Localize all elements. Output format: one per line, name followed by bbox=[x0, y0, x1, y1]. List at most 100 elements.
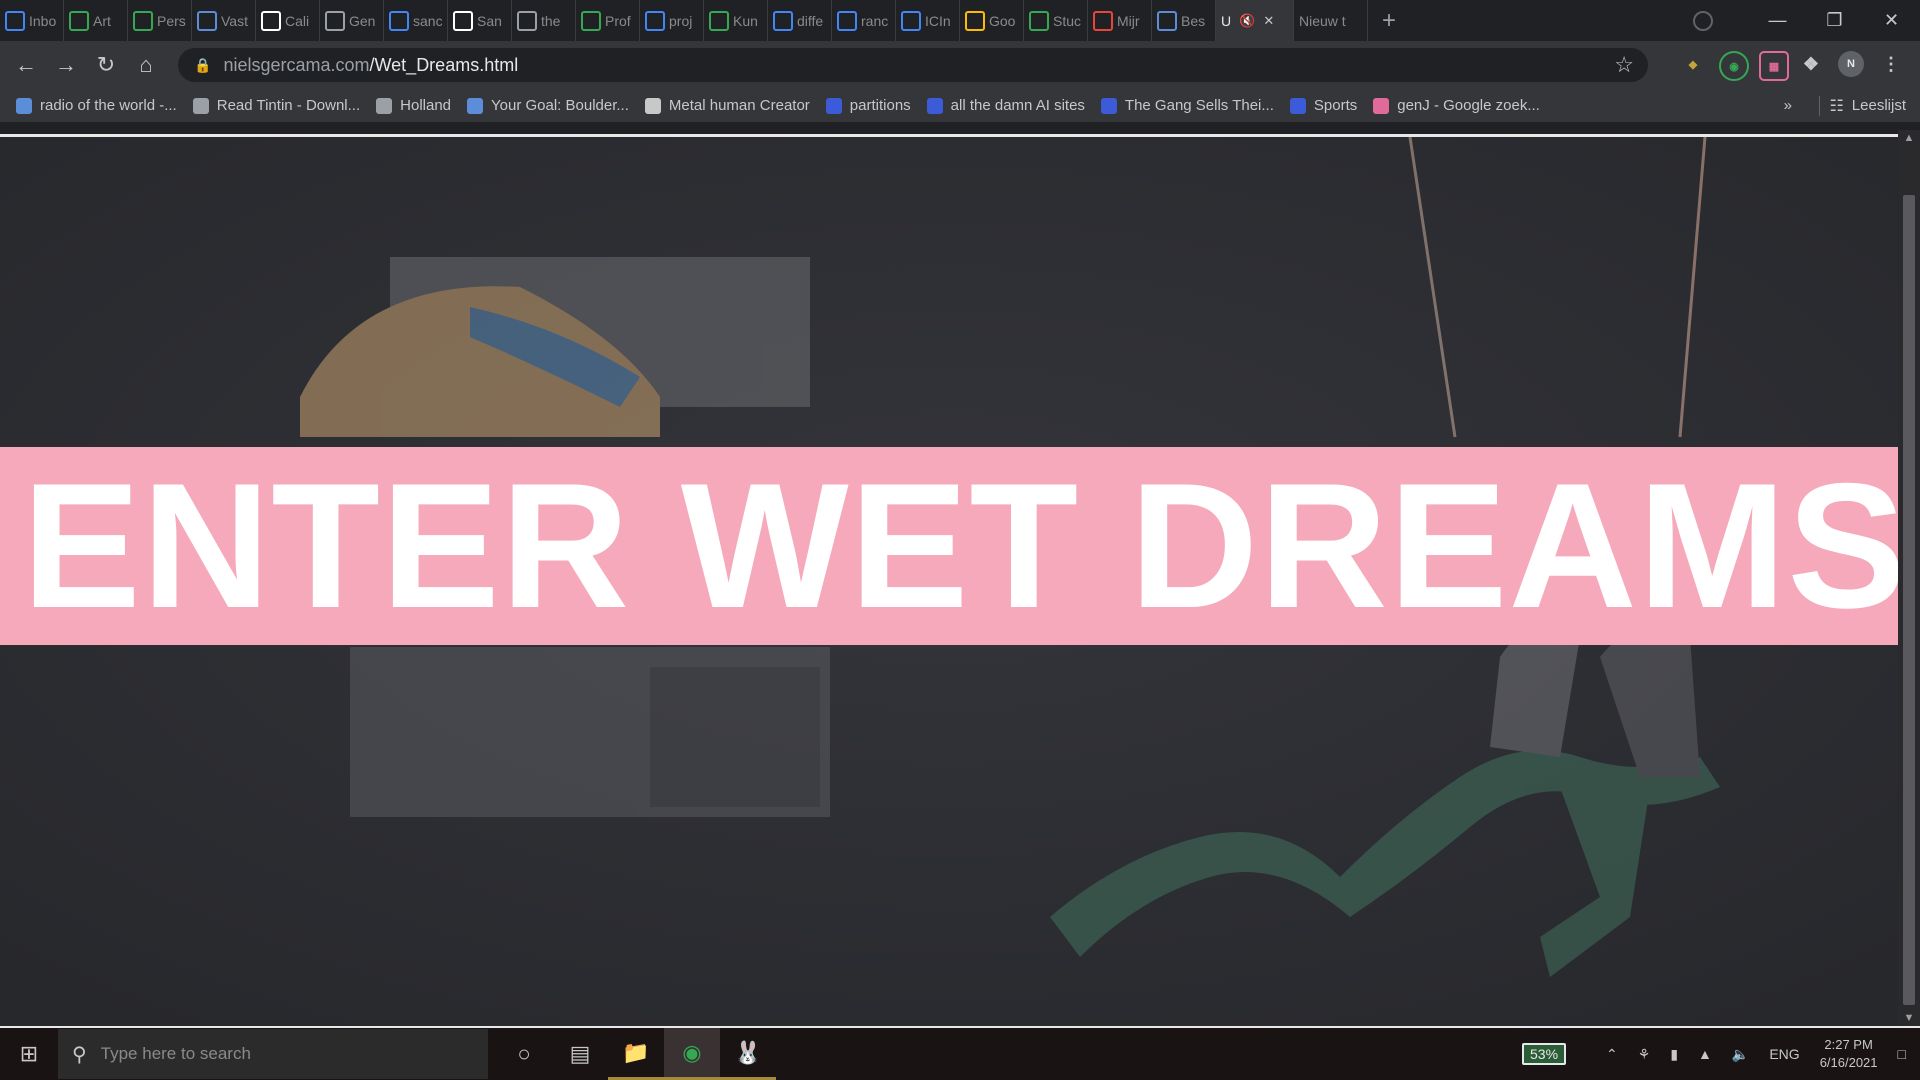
browser-tab[interactable]: Kun bbox=[704, 0, 768, 41]
back-button[interactable]: ← bbox=[6, 52, 46, 78]
bookmark-item[interactable]: genJ - Google zoek... bbox=[1373, 97, 1540, 114]
bookmark-item[interactable]: all the damn AI sites bbox=[926, 97, 1085, 114]
scrollbar-thumb[interactable] bbox=[1903, 195, 1915, 1005]
task-view-icon[interactable]: ▤ bbox=[552, 1028, 608, 1080]
clock[interactable]: 2:27 PM 6/16/2021 bbox=[1820, 1036, 1878, 1072]
chrome-icon[interactable]: ◉ bbox=[664, 1028, 720, 1080]
browser-tab[interactable]: San bbox=[448, 0, 512, 41]
extension-shield-icon[interactable]: ◆ bbox=[1680, 51, 1706, 77]
extension-pink-icon[interactable]: ▦ bbox=[1759, 51, 1789, 81]
profile-avatar[interactable]: N bbox=[1838, 51, 1864, 77]
taskbar-search-box[interactable]: ⚲ Type here to search bbox=[58, 1029, 488, 1079]
bookmark-item[interactable]: Sports bbox=[1289, 97, 1357, 114]
bookmark-list: radio of the world -... Read Tintin - Dow… bbox=[0, 97, 1540, 114]
bookmark-label: partitions bbox=[849, 97, 911, 114]
tab-list: Inbo Art Pers Vast Cali Gen sanc San the Prof proj… bbox=[0, 0, 1368, 41]
enter-banner[interactable]: ENTER WET DREAMS bbox=[0, 447, 1898, 645]
browser-tab[interactable]: Pers bbox=[128, 0, 192, 41]
browser-tab[interactable]: U 🔇 ✕ bbox=[1216, 0, 1294, 41]
bookmark-item[interactable]: Read Tintin - Downl... bbox=[192, 97, 361, 114]
bookmark-item[interactable]: Metal human Creator bbox=[644, 97, 810, 114]
file-explorer-icon[interactable]: 📁 bbox=[608, 1028, 664, 1080]
bookmark-item[interactable]: radio of the world -... bbox=[16, 97, 177, 114]
bookmark-label: Holland bbox=[400, 97, 452, 114]
new-tab-button[interactable]: + bbox=[1368, 7, 1410, 35]
sheets-icon bbox=[69, 10, 89, 31]
browser-tab[interactable]: diffe bbox=[768, 0, 832, 41]
browser-tab[interactable]: Goo bbox=[960, 0, 1024, 41]
bookmark-favicon-icon bbox=[467, 97, 484, 114]
forward-button[interactable]: → bbox=[46, 52, 86, 78]
page-scrollbar[interactable]: ▲ ▼ bbox=[1898, 130, 1920, 1026]
network-tray-icon[interactable]: ⚘ bbox=[1638, 1046, 1651, 1063]
cortana-icon[interactable]: ○ bbox=[496, 1028, 552, 1080]
tab-label: San bbox=[477, 12, 502, 29]
scroll-up-arrow-icon[interactable]: ▲ bbox=[1898, 132, 1920, 144]
bookmark-item[interactable]: The Gang Sells Thei... bbox=[1100, 97, 1274, 114]
sheets-icon bbox=[133, 10, 153, 31]
show-hidden-icons-icon[interactable]: ⌃ bbox=[1606, 1046, 1618, 1063]
tab-strip: Inbo Art Pers Vast Cali Gen sanc San the Prof proj… bbox=[0, 0, 1920, 41]
bookmark-item[interactable]: partitions bbox=[825, 97, 911, 114]
extensions-puzzle-icon[interactable]: ❖ bbox=[1798, 51, 1824, 77]
restore-button[interactable]: ❐ bbox=[1806, 10, 1863, 31]
battery-tray-icon[interactable]: ▮ bbox=[1670, 1046, 1678, 1063]
close-tab-icon[interactable]: ✕ bbox=[1263, 13, 1274, 29]
browser-tab[interactable]: Prof bbox=[576, 0, 640, 41]
tab-label: proj bbox=[669, 12, 693, 29]
s-icon bbox=[453, 10, 473, 31]
browser-tab[interactable]: Vast bbox=[192, 0, 256, 41]
scroll-down-arrow-icon[interactable]: ▼ bbox=[1898, 1012, 1920, 1024]
bookmarks-overflow-button[interactable]: » bbox=[1784, 97, 1792, 114]
gimp-icon[interactable]: 🐰 bbox=[720, 1028, 776, 1080]
browser-tab[interactable]: Cali bbox=[256, 0, 320, 41]
notification-center-icon[interactable]: □ bbox=[1898, 1046, 1906, 1062]
start-button[interactable]: ⊞ bbox=[0, 1041, 58, 1067]
browser-tab[interactable]: Gen bbox=[320, 0, 384, 41]
sheets-icon bbox=[581, 10, 601, 31]
minimize-button[interactable]: — bbox=[1749, 10, 1806, 31]
tab-label: sanc bbox=[413, 12, 442, 29]
browser-tab[interactable]: ICIn bbox=[896, 0, 960, 41]
battery-indicator[interactable]: 53% bbox=[1522, 1043, 1567, 1065]
more-menu-icon[interactable]: ⋮ bbox=[1878, 51, 1904, 77]
close-window-button[interactable]: ✕ bbox=[1863, 10, 1920, 31]
url-text[interactable]: nielsgercama.com/Wet_Dreams.html bbox=[223, 55, 518, 76]
mute-tab-icon[interactable]: 🔇 bbox=[1239, 13, 1255, 29]
bookmark-label: genJ - Google zoek... bbox=[1397, 97, 1540, 114]
navigation-bar: ← → ↻ ⌂ 🔒 nielsgercama.com/Wet_Dreams.ht… bbox=[0, 41, 1920, 89]
browser-tab[interactable]: Mijr bbox=[1088, 0, 1152, 41]
language-indicator[interactable]: ENG bbox=[1769, 1046, 1799, 1062]
tab-label: Bes bbox=[1181, 12, 1206, 29]
bookmark-favicon-icon bbox=[644, 97, 661, 114]
url-path: /Wet_Dreams.html bbox=[369, 54, 519, 75]
tab-label: Cali bbox=[285, 12, 310, 29]
chrome-menu-circle-icon[interactable] bbox=[1693, 10, 1713, 31]
reading-list-button[interactable]: ☷ Leeslijst bbox=[1829, 96, 1906, 116]
browser-tab[interactable]: sanc bbox=[384, 0, 448, 41]
browser-tab[interactable]: the bbox=[512, 0, 576, 41]
banner-title[interactable]: ENTER WET DREAMS bbox=[22, 457, 1898, 635]
browser-tab[interactable]: Nieuw t bbox=[1294, 0, 1368, 41]
browser-tab[interactable]: Inbo bbox=[0, 0, 64, 41]
browser-tab[interactable]: ranc bbox=[832, 0, 896, 41]
bookmark-favicon-icon bbox=[1373, 97, 1390, 114]
clock-date: 6/16/2021 bbox=[1819, 1055, 1878, 1070]
browser-tab[interactable]: proj bbox=[640, 0, 704, 41]
bookmark-label: Read Tintin - Downl... bbox=[216, 97, 361, 114]
wifi-icon[interactable]: ▲ bbox=[1698, 1046, 1712, 1062]
tab-label: Mijr bbox=[1117, 12, 1140, 29]
address-bar[interactable]: 🔒 nielsgercama.com/Wet_Dreams.html ☆ bbox=[178, 48, 1648, 82]
browser-tab[interactable]: Stuc bbox=[1024, 0, 1088, 41]
bookmark-item[interactable]: Your Goal: Boulder... bbox=[467, 97, 629, 114]
home-button[interactable]: ⌂ bbox=[126, 52, 166, 78]
browser-tab[interactable]: Bes bbox=[1152, 0, 1216, 41]
volume-icon[interactable]: 🔈 bbox=[1732, 1046, 1749, 1063]
browser-tab[interactable]: Art bbox=[64, 0, 128, 41]
bookmark-item[interactable]: Holland bbox=[376, 97, 451, 114]
bookmark-label: all the damn AI sites bbox=[950, 97, 1085, 114]
lock-icon[interactable]: 🔒 bbox=[194, 57, 211, 74]
extension-green-icon[interactable]: ◉ bbox=[1719, 51, 1749, 81]
bookmark-star-icon[interactable]: ☆ bbox=[1614, 52, 1634, 78]
reload-button[interactable]: ↻ bbox=[86, 52, 126, 78]
